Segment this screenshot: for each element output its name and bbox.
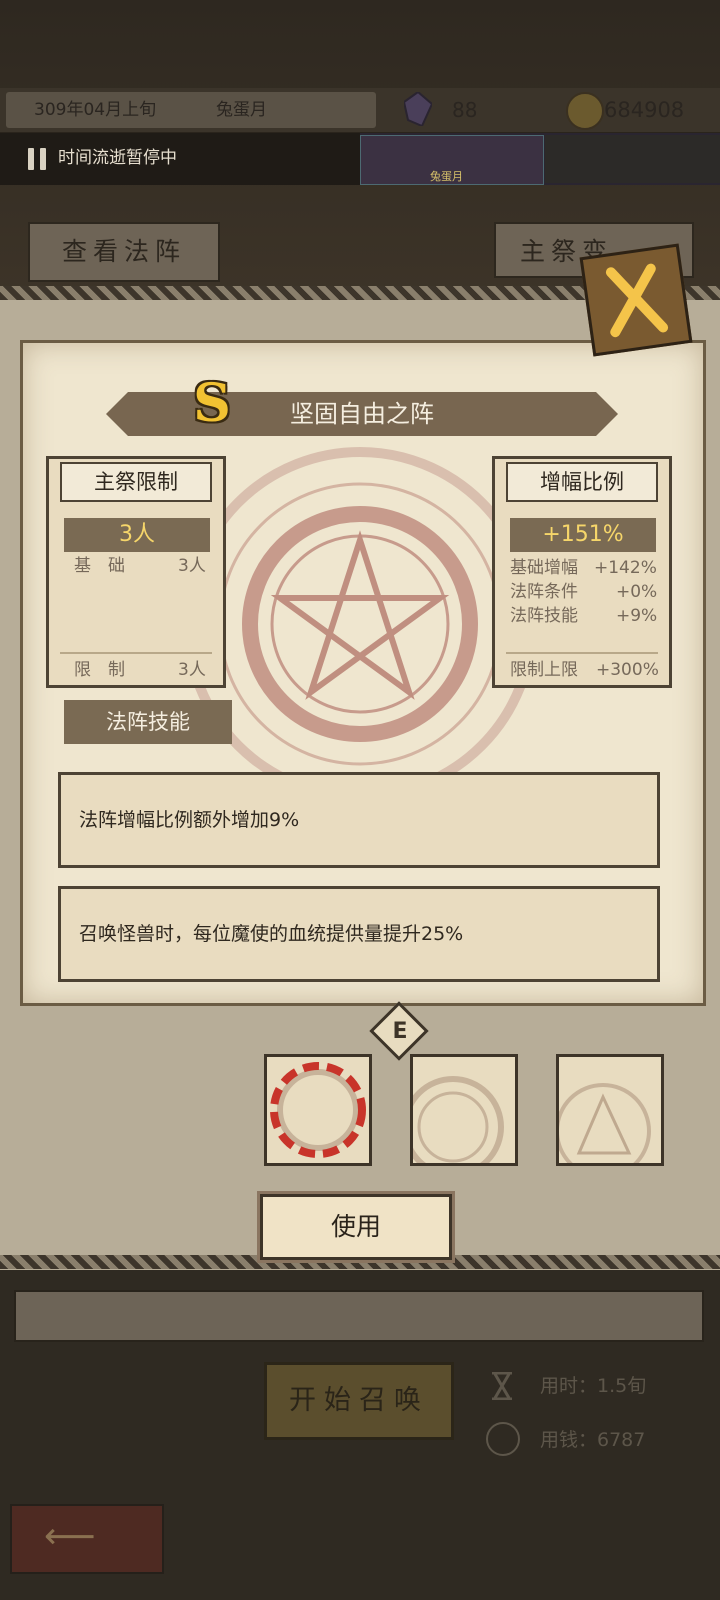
sacrifice-limit-footer-value: 3人 [178, 660, 206, 680]
game-date: 309年04月上旬 [34, 100, 157, 120]
money-icon [486, 1422, 520, 1456]
event-thumbnail-inactive[interactable] [545, 135, 720, 183]
skill-item: 法阵增幅比例额外增加9% [58, 772, 660, 868]
amp-condition-label: 法阵条件 [510, 582, 578, 602]
close-icon [605, 263, 669, 338]
pause-status-text: 时间流逝暂停中 [58, 148, 177, 168]
formation-card[interactable] [555, 1054, 664, 1179]
month-name: 兔蛋月 [216, 100, 267, 120]
money-cost: 用钱：6787 [540, 1429, 646, 1451]
view-formation-button: 查看法阵 [28, 222, 220, 282]
sacrifice-limit-header: 主祭限制 [60, 462, 212, 502]
amp-cap-value: +300% [596, 660, 659, 680]
back-arrow-icon: ⟵ [44, 1516, 96, 1557]
use-button[interactable]: 使用 [260, 1194, 452, 1260]
skill-item: 召唤怪兽时，每位魔使的血统提供量提升25% [58, 886, 660, 982]
gem-count: 88 [452, 98, 478, 122]
formation-thumbnail-icon [270, 1062, 366, 1158]
amplification-header: 增幅比例 [506, 462, 658, 502]
grade-badge: S [193, 373, 231, 434]
hourglass-icon [492, 1372, 512, 1400]
bottom-scroll-banner [14, 1290, 704, 1342]
divider [506, 652, 658, 654]
pentagram-circle-icon [183, 447, 537, 801]
sacrifice-limit-value: 3人 [64, 518, 210, 552]
coin-icon [566, 92, 604, 130]
formation-skills-header: 法阵技能 [64, 700, 232, 744]
amp-condition-value: +0% [616, 582, 658, 602]
start-summon-button: 开始召唤 [264, 1362, 454, 1440]
amp-base-value: +142% [594, 558, 657, 578]
time-cost: 用时：1.5旬 [540, 1375, 647, 1397]
formation-thumbnail-icon [402, 1076, 504, 1178]
sacrifice-base-label: 基 础 [74, 556, 125, 576]
divider [60, 652, 212, 654]
gem-icon [404, 92, 432, 126]
pause-icon[interactable] [28, 148, 48, 170]
sacrifice-limit-label: 限 制 [74, 660, 125, 680]
amp-base-label: 基础增幅 [510, 558, 578, 578]
amp-cap-label: 限制上限 [510, 660, 578, 680]
sacrifice-base-value: 3人 [178, 556, 206, 576]
coin-count: 684908 [604, 98, 685, 122]
formation-thumbnail-icon [555, 1083, 651, 1179]
event-thumbnail-label: 兔蛋月 [430, 170, 463, 183]
amplification-value: +151% [510, 518, 656, 552]
amp-skill-value: +9% [616, 606, 658, 626]
amp-skill-label: 法阵技能 [510, 606, 578, 626]
equipped-letter: E [392, 1019, 408, 1044]
formation-card[interactable] [402, 1054, 518, 1178]
close-button[interactable] [579, 243, 693, 357]
formation-card-selected[interactable] [264, 1054, 372, 1166]
date-strip: 309年04月上旬 兔蛋月 [6, 92, 376, 128]
